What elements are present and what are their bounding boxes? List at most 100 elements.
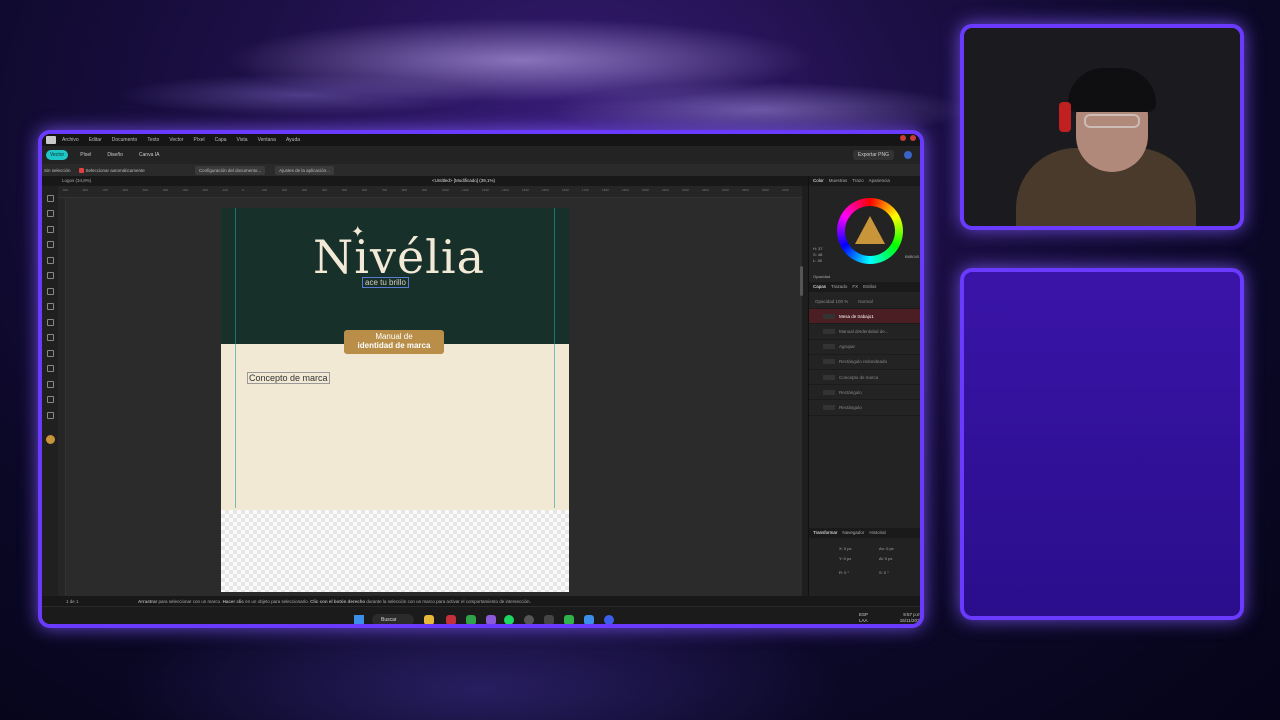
layer-row[interactable]: Rectángulo redondeado <box>809 355 924 370</box>
layers-opacity[interactable]: Opacidad 100 % <box>815 299 848 304</box>
transform-rotation[interactable]: R: 0 ° <box>839 570 849 575</box>
node-tool-icon[interactable] <box>46 210 54 217</box>
image-tool-icon[interactable] <box>46 349 54 357</box>
obs-icon[interactable] <box>524 615 534 624</box>
layer-row[interactable]: Rectángulo <box>809 400 924 416</box>
clock[interactable]: 9:57 p.m. 15/11/2025 <box>899 612 922 624</box>
persona-canva-ai-button[interactable]: Canva IA <box>135 150 164 160</box>
export-png-button[interactable]: Exportar PNG <box>852 150 894 160</box>
ellipse-tool-icon[interactable] <box>46 318 54 326</box>
tab-navigator[interactable]: Navegador <box>842 530 864 536</box>
settings-icon[interactable] <box>544 615 554 624</box>
text-tool-icon[interactable] <box>46 334 54 341</box>
tab-transform[interactable]: Transformar <box>813 530 837 536</box>
menu-vista[interactable]: Vista <box>237 137 248 143</box>
eyedropper-tool-icon[interactable] <box>46 380 54 388</box>
ruler-tick-label: 1500 <box>542 188 549 192</box>
tab-appearance[interactable]: Apariencia <box>869 178 890 184</box>
browser-icon[interactable] <box>604 615 614 624</box>
document-settings-button[interactable]: Configuración del documento... <box>194 165 266 175</box>
artboard[interactable]: ✦ Nivélia ace tu brillo Manual de identi… <box>221 208 569 592</box>
help-icon[interactable] <box>904 151 912 159</box>
menu-texto[interactable]: Texto <box>147 137 159 143</box>
app-settings-button[interactable]: Ajustes de la aplicación... <box>275 165 334 175</box>
rectangle-tool-icon[interactable] <box>46 303 54 310</box>
hand-tool-icon[interactable] <box>46 396 54 403</box>
transform-width[interactable]: An: 0 px <box>879 546 894 551</box>
designer-taskbar-icon[interactable] <box>584 615 594 624</box>
manual-badge[interactable]: Manual de identidad de marca <box>344 330 444 354</box>
hex-value[interactable]: B6B040 <box>905 254 919 259</box>
color-wheel[interactable] <box>837 198 903 264</box>
tab-color[interactable]: Color <box>813 178 824 184</box>
tab-path[interactable]: Trazado <box>831 284 847 290</box>
language-indicator[interactable]: ESP LAA <box>859 612 868 624</box>
brush-tool-icon[interactable] <box>46 256 54 264</box>
spotify-icon[interactable] <box>504 615 514 624</box>
visibility-eye-icon[interactable] <box>921 405 924 409</box>
fill-tool-icon[interactable] <box>46 272 54 279</box>
discord-icon[interactable] <box>486 615 496 624</box>
tab-swatches[interactable]: Muestras <box>829 178 848 184</box>
transform-height[interactable]: Al: 0 px <box>879 556 892 561</box>
layer-row[interactable]: Agrupar <box>809 340 924 355</box>
visibility-eye-icon[interactable] <box>921 390 924 394</box>
persona-vector-button[interactable]: Vector <box>46 150 69 160</box>
gradient-tool-icon[interactable] <box>46 287 54 295</box>
windows-start-icon[interactable] <box>354 615 364 624</box>
horizontal-ruler: -900 -800 -700 -600 -500 -400 -300 -200 -100 0 100… <box>58 186 802 198</box>
layer-row[interactable]: Mesa de trabajo1 <box>809 309 924 325</box>
layer-row[interactable]: Rectángulo <box>809 385 924 401</box>
menu-editar[interactable]: Editar <box>89 137 102 143</box>
menu-ventana[interactable]: Ventana <box>258 137 276 143</box>
app-icon[interactable] <box>446 615 456 624</box>
spreadsheet-icon[interactable] <box>564 615 574 624</box>
layer-row[interactable]: Manual deIdentidad de... <box>809 324 924 340</box>
auto-select-checkbox[interactable] <box>78 167 84 173</box>
tab-layers[interactable]: Capas <box>813 284 826 290</box>
color-triangle[interactable] <box>855 216 885 244</box>
tab-history[interactable]: Historial <box>869 530 885 536</box>
menu-documento[interactable]: Documento <box>112 137 138 143</box>
menu-pixel[interactable]: Píxel <box>193 137 204 143</box>
visibility-eye-icon[interactable] <box>921 345 924 349</box>
brand-tagline[interactable]: ace tu brillo <box>362 277 409 288</box>
brand-logo-text[interactable]: Nivélia <box>313 230 485 284</box>
file-explorer-icon[interactable] <box>424 615 434 624</box>
vertical-scrollbar[interactable] <box>800 266 803 296</box>
menu-vector[interactable]: Vector <box>169 137 183 143</box>
tab-styles[interactable]: Estilos <box>863 284 876 290</box>
crop-tool-icon[interactable] <box>46 365 54 372</box>
visibility-eye-icon[interactable] <box>921 375 924 379</box>
concept-text-frame[interactable]: Concepto de marca <box>247 372 330 384</box>
excel-icon[interactable] <box>466 615 476 624</box>
zoom-tool-icon[interactable] <box>46 411 54 419</box>
visibility-eye-icon[interactable] <box>921 360 924 364</box>
clock-date: 15/11/2025 <box>899 618 922 623</box>
minimize-icon[interactable] <box>900 135 906 141</box>
tab-logos[interactable]: Logos (34,8%) <box>62 178 91 183</box>
menu-capa[interactable]: Capa <box>215 137 227 143</box>
pencil-tool-icon[interactable] <box>46 241 54 248</box>
tab-fx[interactable]: FX <box>852 284 858 290</box>
visibility-eye-icon[interactable] <box>921 329 924 333</box>
persona-pixel-button[interactable]: Píxel <box>76 150 95 160</box>
tab-untitled[interactable]: <Untitled> [Modificado] (39,1%) <box>432 178 495 183</box>
transform-x[interactable]: X: 0 px <box>839 546 851 551</box>
persona-design-button[interactable]: Diseño <box>103 150 127 160</box>
taskbar-search[interactable]: Buscar <box>372 614 414 624</box>
color-swatch-icon[interactable] <box>45 434 55 444</box>
pen-tool-icon[interactable] <box>46 225 54 233</box>
transform-y[interactable]: Y: 0 px <box>839 556 851 561</box>
move-tool-icon[interactable] <box>46 194 54 202</box>
canvas[interactable]: ✦ Nivélia ace tu brillo Manual de identi… <box>66 198 802 596</box>
tab-stroke[interactable]: Trazo <box>852 178 863 184</box>
page-indicator[interactable]: 1 de 1 <box>66 599 79 604</box>
layer-row[interactable]: Concepto de marca <box>809 370 924 386</box>
visibility-eye-icon[interactable] <box>921 314 924 318</box>
menu-ayuda[interactable]: Ayuda <box>286 137 300 143</box>
transform-shear[interactable]: S: 0 ° <box>879 570 889 575</box>
layers-blend-mode[interactable]: Normal <box>858 299 873 304</box>
menu-archivo[interactable]: Archivo <box>62 137 79 143</box>
close-icon[interactable] <box>910 135 916 141</box>
